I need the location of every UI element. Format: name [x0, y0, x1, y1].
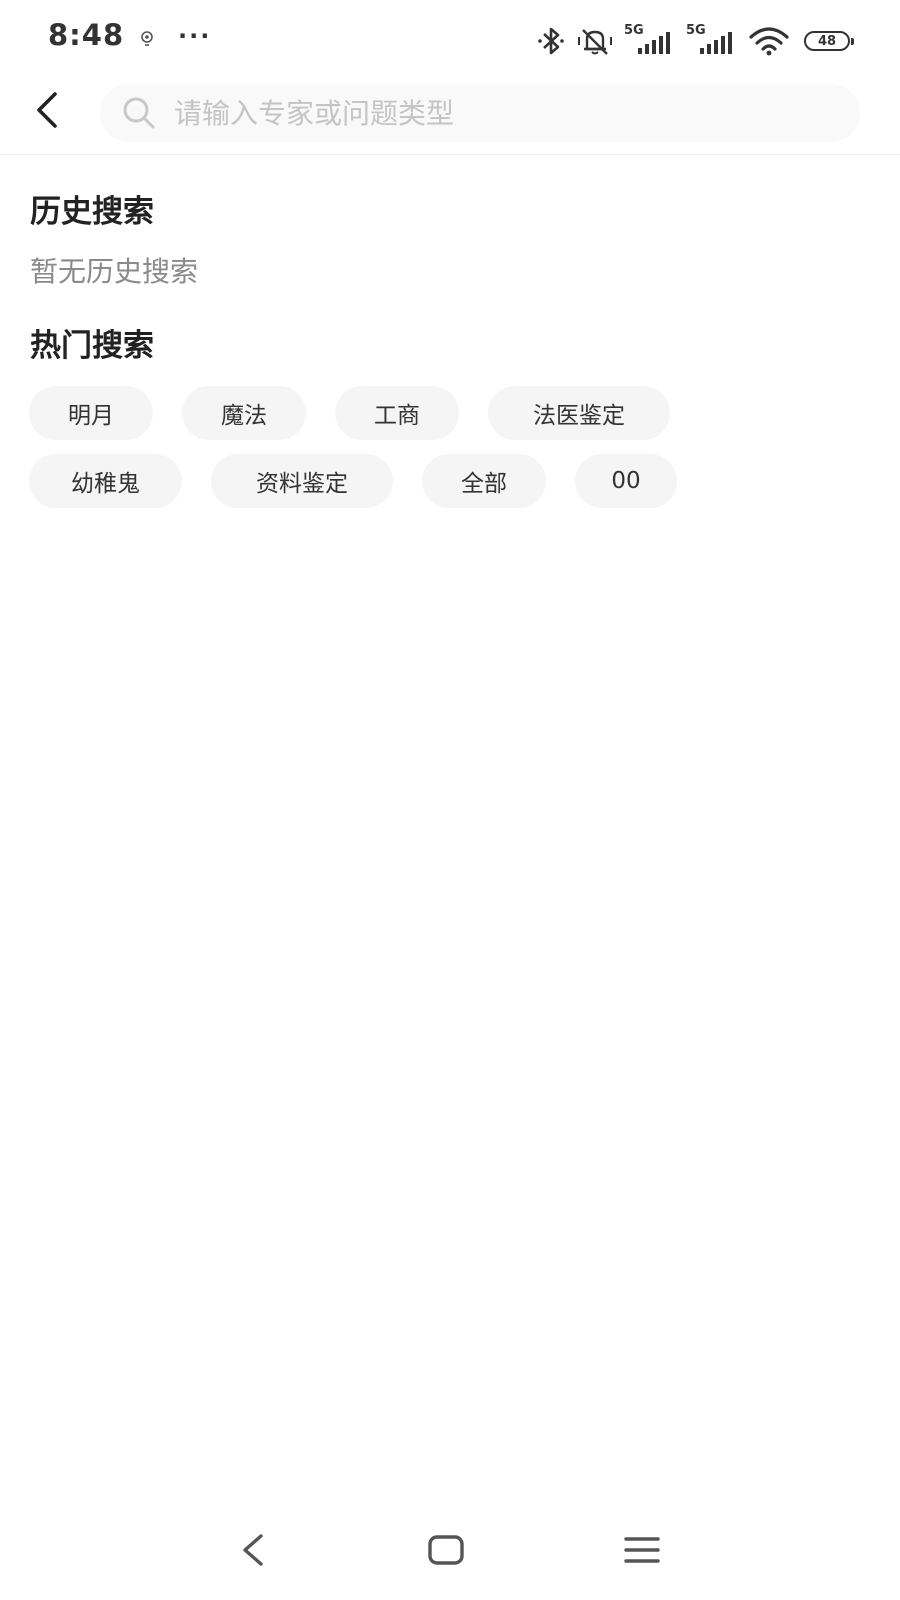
nav-menu-icon	[624, 1537, 660, 1563]
hot-search-row-1: 明月 魔法 工商 法医鉴定	[29, 386, 670, 440]
signal-5g-2: 5G	[686, 23, 738, 57]
more-notifications-icon: ···	[178, 22, 212, 50]
nav-home-button[interactable]	[416, 1522, 476, 1578]
hot-search-chip[interactable]: 全部	[422, 454, 546, 508]
nav-menu-button[interactable]	[612, 1522, 672, 1578]
history-title: 历史搜索	[30, 194, 154, 230]
search-screen: 8:48 ··· 5G 5G 48 请输入专家或问题类型 历史搜索 暂无历史搜索…	[0, 0, 900, 1600]
hot-search-chip[interactable]: 幼稚鬼	[29, 454, 182, 508]
back-arrow-icon	[37, 92, 57, 128]
status-icons: 5G 5G 48	[536, 23, 854, 58]
signal-bars-icon	[638, 32, 670, 54]
signal-5g-1: 5G	[624, 23, 676, 57]
hot-search-title: 热门搜索	[30, 328, 154, 364]
nav-back-icon	[243, 1534, 263, 1566]
search-input[interactable]	[172, 95, 816, 131]
nav-home-icon	[428, 1535, 464, 1565]
search-header	[0, 78, 900, 155]
wifi-icon	[749, 27, 789, 56]
mute-vibrate-icon	[578, 29, 612, 55]
hot-search-chip[interactable]: 工商	[335, 386, 459, 440]
search-icon	[123, 97, 155, 129]
search-box[interactable]	[100, 84, 860, 142]
signal-bars-icon	[700, 32, 732, 54]
history-empty-text: 暂无历史搜索	[30, 255, 199, 288]
nav-back-button[interactable]	[222, 1522, 282, 1578]
hot-search-chip[interactable]: 魔法	[182, 386, 306, 440]
status-time: 8:48	[48, 18, 125, 52]
hot-search-chip[interactable]: 法医鉴定	[488, 386, 670, 440]
hot-search-chip[interactable]: 00	[575, 454, 677, 508]
hot-search-chip[interactable]: 明月	[29, 386, 153, 440]
back-button[interactable]	[22, 84, 70, 136]
system-nav-bar	[0, 1500, 900, 1600]
bluetooth-icon	[538, 27, 564, 55]
battery-icon: 48	[804, 31, 854, 51]
status-bar: 8:48 ··· 5G 5G 48	[0, 0, 900, 78]
location-icon	[141, 31, 153, 46]
hot-search-row-2: 幼稚鬼 资料鉴定 全部 00	[29, 454, 677, 508]
hot-search-chip[interactable]: 资料鉴定	[211, 454, 393, 508]
